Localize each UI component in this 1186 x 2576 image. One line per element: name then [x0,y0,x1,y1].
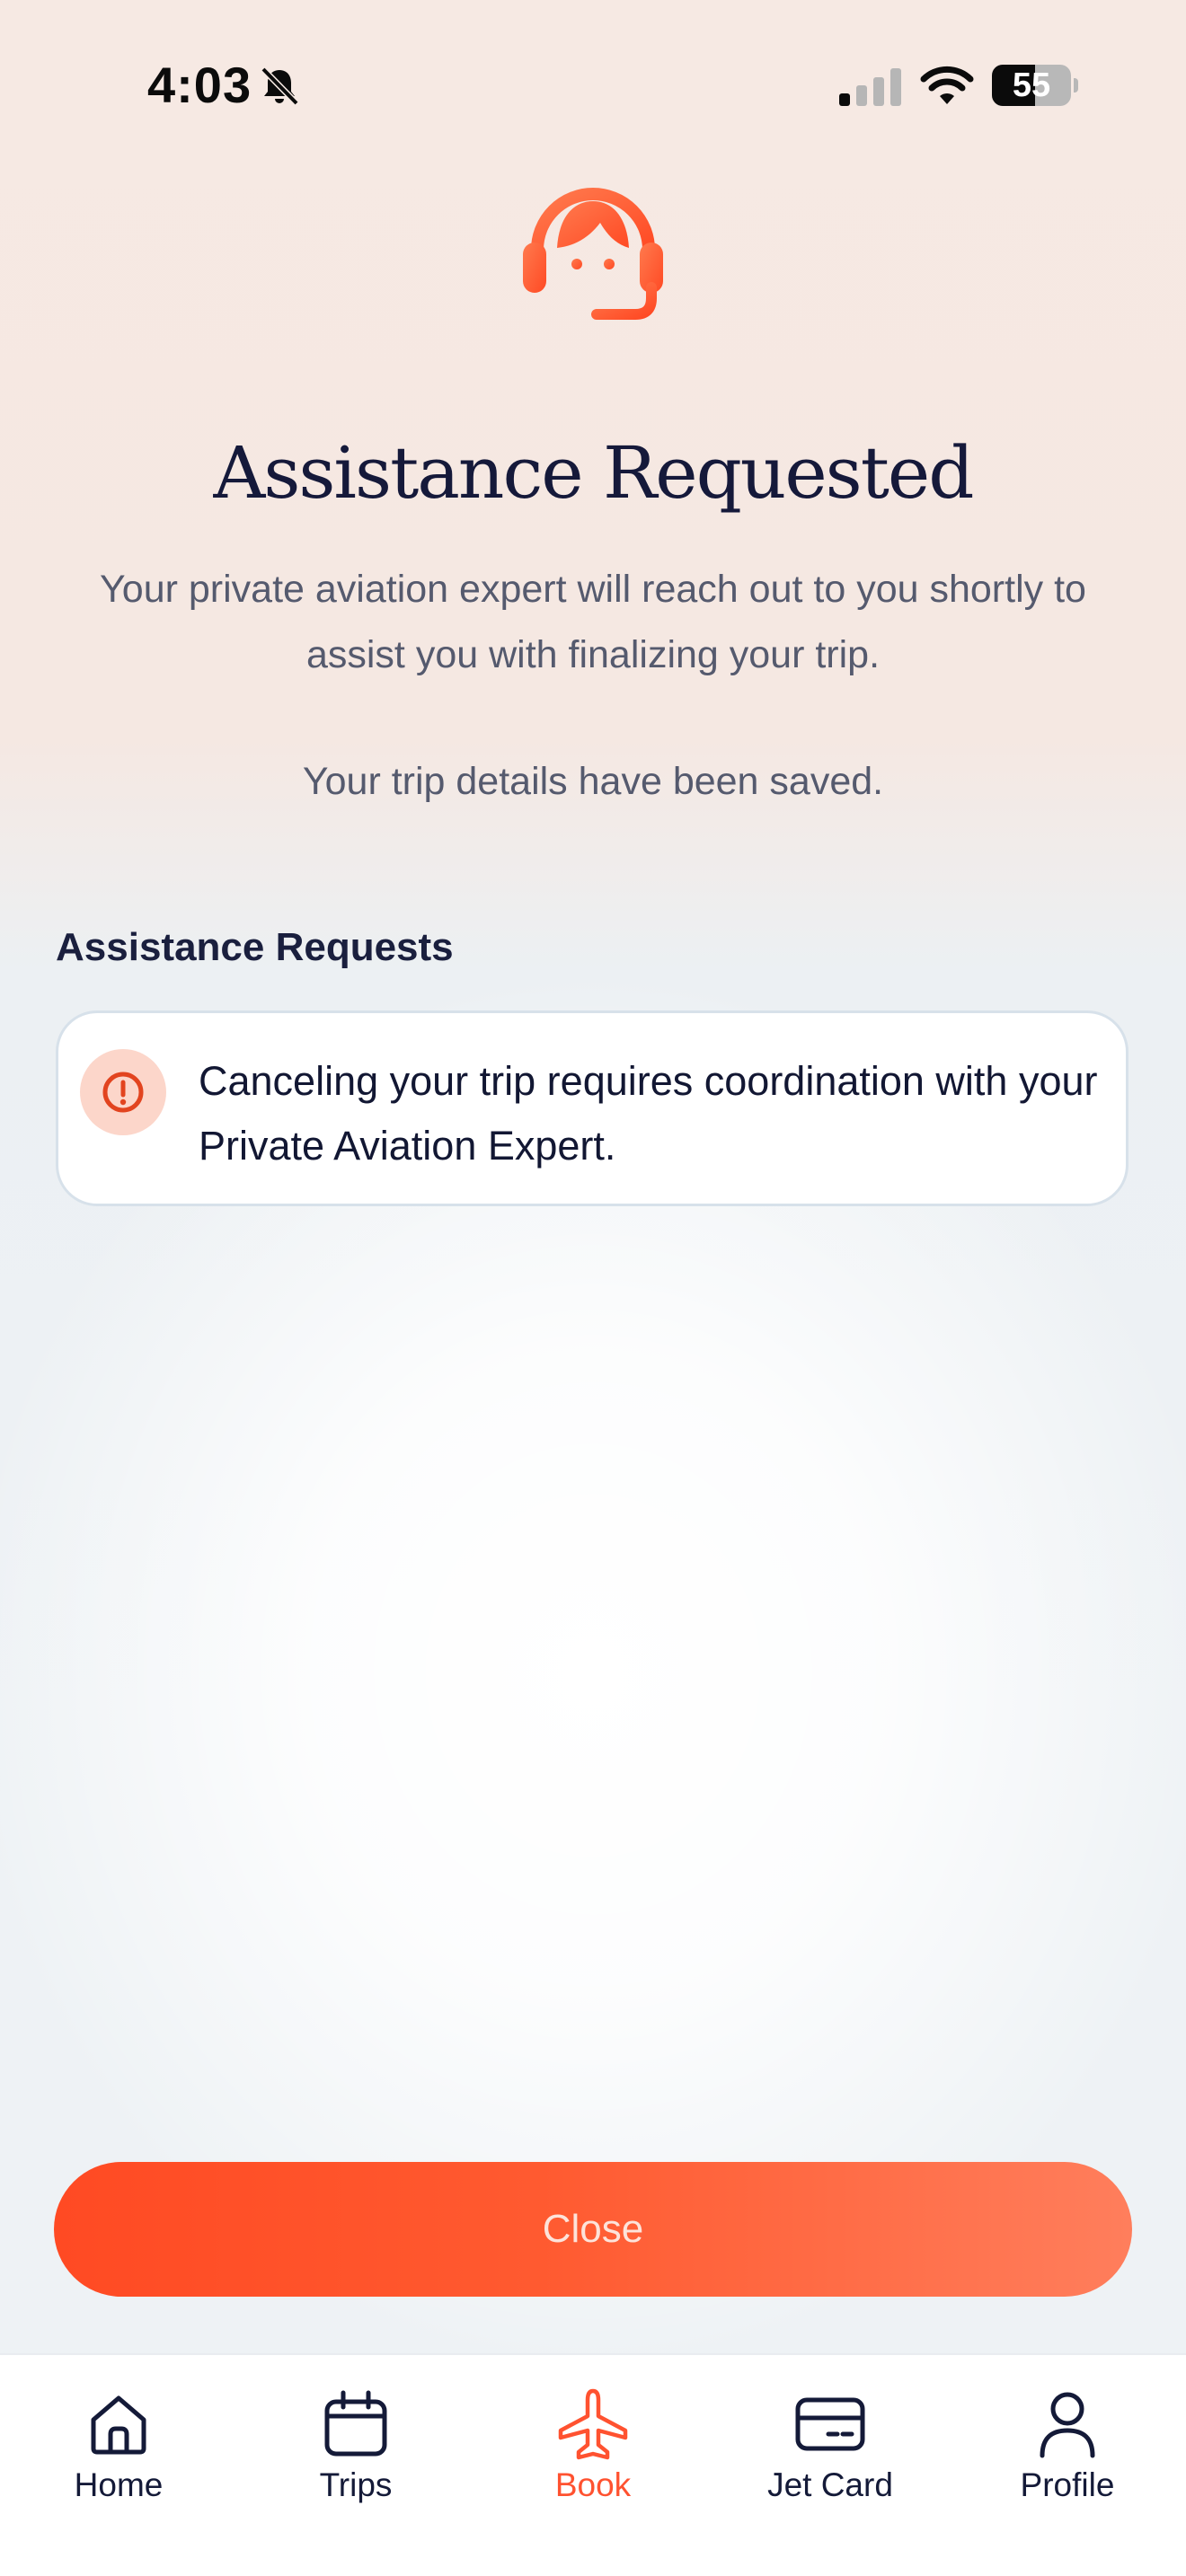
alert-badge [80,1049,166,1135]
confirmation-message: Your private aviation expert will reach … [100,568,1086,676]
person-icon [1040,2392,1095,2458]
airplane-icon [558,2388,628,2460]
credit-card-icon [795,2397,865,2451]
tab-bar: Home Trips Book Jet Card Profile [0,2353,1186,2576]
assistance-requests-heading: Assistance Requests [56,925,454,969]
tab-jet-card[interactable]: Jet Card [712,2373,949,2517]
tab-label: Jet Card [767,2466,893,2503]
tab-label: Book [554,2466,632,2503]
calendar-icon [324,2390,387,2457]
assistance-request-card: Canceling your trip requires coordinatio… [56,1010,1128,1206]
close-button[interactable]: Close [54,2162,1132,2297]
tab-trips[interactable]: Trips [237,2373,474,2517]
bell-slash-icon [261,66,299,106]
status-bar: 4:03 55 [0,0,1186,171]
saved-note: Your trip details have been saved. [302,760,884,803]
tab-home[interactable]: Home [0,2373,237,2517]
tab-profile[interactable]: Profile [949,2373,1186,2517]
tab-book[interactable]: Book [474,2373,712,2517]
home-icon [91,2395,146,2455]
page-title: Assistance Requested [213,431,975,515]
tab-label: Trips [319,2466,393,2503]
cellular-signal-icon [839,68,901,106]
tab-label: Profile [1020,2466,1115,2503]
tab-label: Home [74,2466,164,2503]
status-time: 4:03 [147,57,252,113]
assistance-requested-screen: 4:03 55 Assistance Requested Your privat… [0,0,1186,2576]
wifi-icon [920,66,974,104]
assistance-request-text: Canceling your trip requires coordinatio… [199,1058,1098,1169]
alert-circle-icon [102,1072,144,1113]
battery-level: 55 [1012,66,1051,104]
battery-icon: 55 [992,65,1078,106]
customer-support-headset-icon [523,188,663,320]
